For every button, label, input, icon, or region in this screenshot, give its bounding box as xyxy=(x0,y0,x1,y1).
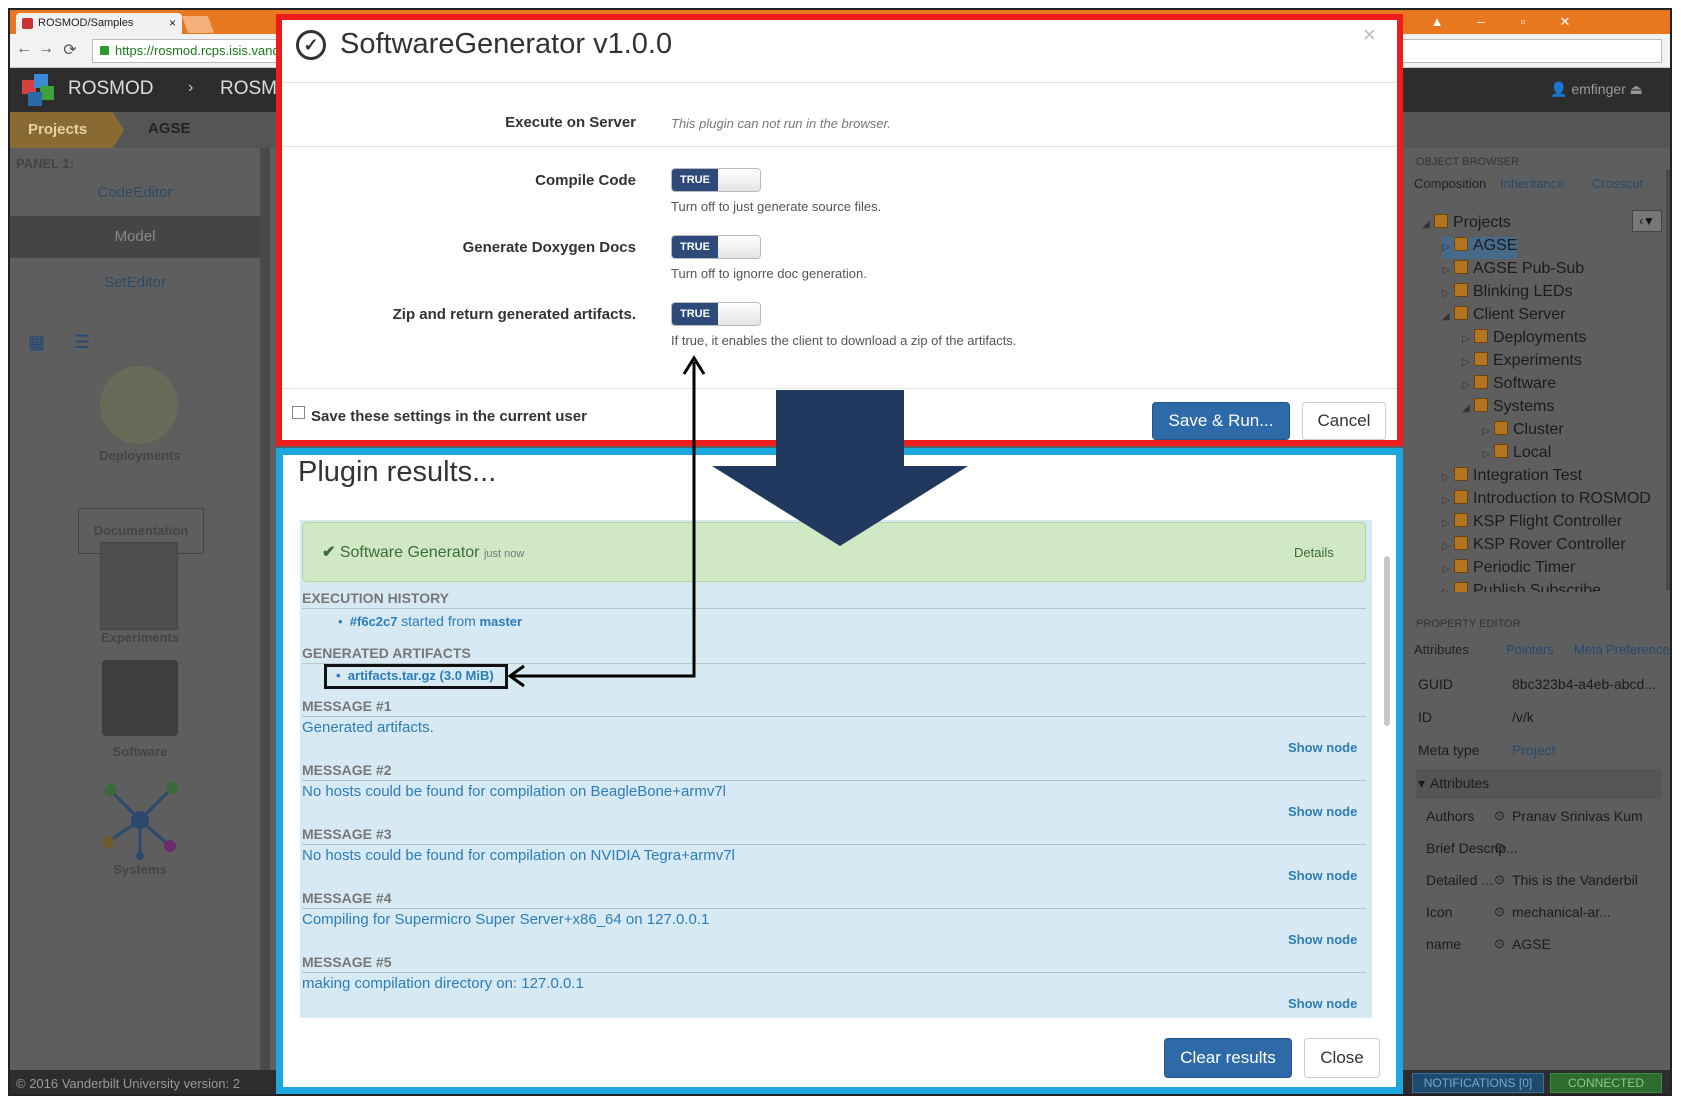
flow-arrow-shaft xyxy=(776,390,904,470)
annotation-arrows xyxy=(507,355,706,688)
results-scrollbar[interactable] xyxy=(1384,556,1390,726)
flow-arrow-down-icon xyxy=(712,466,968,546)
close-button[interactable]: Close xyxy=(1304,1038,1380,1078)
artifact-callout-line xyxy=(512,362,696,678)
clear-results-button[interactable]: Clear results xyxy=(1164,1038,1292,1078)
